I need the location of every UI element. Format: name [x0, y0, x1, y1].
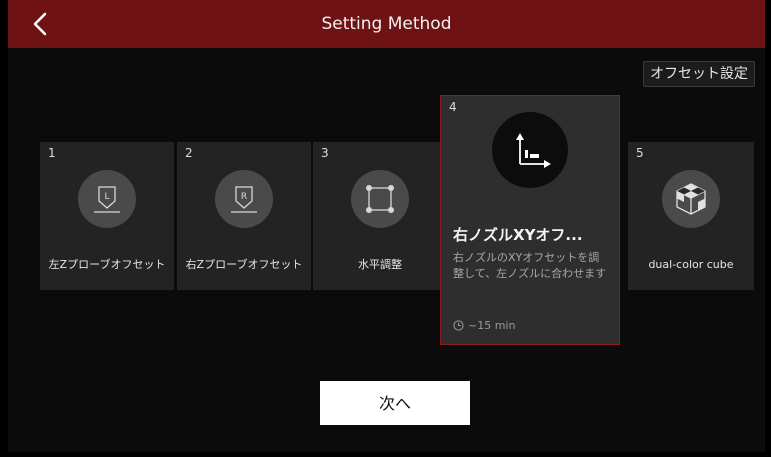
method-card-4-selected[interactable]: 4 右ノズルXYオフ... 右ノズルのXYオフセットを調整して、左ノズルに合わせ… — [440, 95, 620, 345]
right-nozzle-probe-icon: R — [215, 170, 273, 228]
method-label: 左Zプローブオフセット — [48, 258, 166, 271]
method-card-5[interactable]: 5 dual-color cube — [628, 142, 754, 290]
method-label: 右Zプローブオフセット — [185, 258, 303, 271]
method-number: 4 — [449, 100, 457, 114]
method-label: 水平調整 — [358, 258, 402, 271]
clock-icon — [453, 320, 464, 331]
next-button[interactable]: 次へ — [320, 381, 470, 425]
method-number: 5 — [636, 146, 644, 160]
leveling-square-icon — [351, 170, 409, 228]
svg-text:L: L — [104, 192, 109, 202]
page-title: Setting Method — [321, 14, 452, 34]
method-card-3[interactable]: 3 水平調整 — [313, 142, 447, 290]
method-description: 右ノズルのXYオフセットを調整して、左ノズルに合わせます — [453, 251, 607, 280]
time-value: ~15 min — [468, 319, 516, 332]
cube-icon — [662, 170, 720, 228]
offset-settings-button[interactable]: オフセット設定 — [643, 61, 755, 87]
method-card-1[interactable]: 1 L 左Zプローブオフセット — [40, 142, 174, 290]
method-number: 3 — [321, 146, 329, 160]
left-nozzle-probe-icon: L — [78, 170, 136, 228]
estimated-time: ~15 min — [453, 319, 515, 332]
method-number: 2 — [185, 146, 193, 160]
method-label: dual-color cube — [648, 258, 734, 271]
title-bar: Setting Method — [8, 0, 765, 48]
method-title: 右ノズルXYオフ... — [453, 226, 583, 244]
setting-method-screen: Setting Method オフセット設定 1 L 左Zプローブオフセット 2… — [8, 0, 765, 452]
svg-text:R: R — [241, 192, 247, 202]
method-card-2[interactable]: 2 R 右Zプローブオフセット — [177, 142, 311, 290]
method-number: 1 — [48, 146, 56, 160]
xy-axes-icon — [492, 112, 568, 188]
